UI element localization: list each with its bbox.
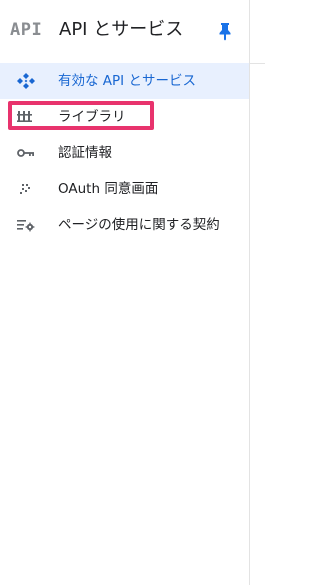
- sidebar-item-label: ライブラリ: [58, 109, 126, 125]
- sidebar-item-label: 認証情報: [58, 145, 112, 161]
- api-diamond-icon: [16, 72, 36, 90]
- main-content-edge: [250, 0, 265, 585]
- sidebar: API API とサービス 有効な API とサービス ライブラリ 認証情報 O…: [0, 0, 249, 585]
- sidebar-item-page-usage-agreements[interactable]: ページの使用に関する契約: [0, 207, 249, 243]
- sidebar-item-label: OAuth 同意画面: [58, 181, 159, 197]
- key-icon: [16, 144, 36, 162]
- pin-icon[interactable]: [216, 21, 234, 41]
- api-logo: API: [10, 20, 43, 40]
- oauth-dots-icon: [16, 180, 36, 198]
- sidebar-item-label: ページの使用に関する契約: [58, 217, 220, 233]
- sidebar-item-oauth-consent[interactable]: OAuth 同意画面: [0, 171, 249, 207]
- page-title: API とサービス: [59, 19, 184, 40]
- sidebar-nav: 有効な API とサービス ライブラリ 認証情報 OAuth 同意画面 ページの…: [0, 63, 249, 243]
- page: API API とサービス 有効な API とサービス ライブラリ 認証情報 O…: [0, 0, 265, 585]
- sidebar-item-label: 有効な API とサービス: [58, 73, 196, 89]
- sidebar-header: API API とサービス: [0, 0, 249, 63]
- sidebar-item-enabled-apis[interactable]: 有効な API とサービス: [0, 63, 249, 99]
- library-icon: [16, 108, 36, 126]
- header-divider: [250, 63, 265, 64]
- settings-list-icon: [16, 216, 36, 234]
- sidebar-item-library[interactable]: ライブラリ: [0, 99, 249, 135]
- sidebar-item-credentials[interactable]: 認証情報: [0, 135, 249, 171]
